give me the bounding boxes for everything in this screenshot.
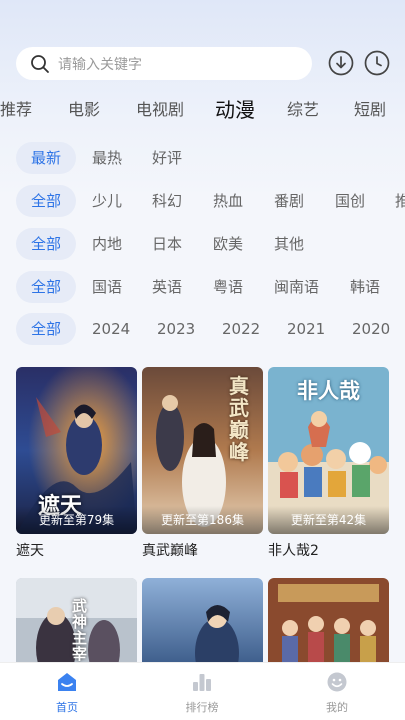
media-card[interactable] <box>142 578 263 668</box>
tab-variety[interactable]: 综艺 <box>287 96 319 124</box>
filter-genre-more[interactable]: 推 <box>395 185 405 217</box>
tab-tv-series[interactable]: 电视剧 <box>136 96 184 124</box>
filter-genre-row: 全部 少儿 科幻 热血 番剧 国创 推 <box>0 185 405 217</box>
filter-sort-latest[interactable]: 最新 <box>16 142 76 174</box>
tab-anime[interactable]: 动漫 <box>215 96 255 124</box>
filter-sort-rating[interactable]: 好评 <box>152 142 182 174</box>
filter-region-row: 全部 内地 日本 欧美 其他 <box>0 228 405 260</box>
filter-region-other[interactable]: 其他 <box>274 228 304 260</box>
nav-ranking-label: 排行榜 <box>185 701 219 714</box>
filter-genre-all[interactable]: 全部 <box>16 185 76 217</box>
poster-title-art: 非人哉 <box>297 379 360 403</box>
filter-genre-kids[interactable]: 少儿 <box>92 185 122 217</box>
home-icon <box>58 673 76 691</box>
media-card[interactable]: 非人哉 更新至第42集 非人哉2 <box>268 367 389 560</box>
filter-region-japan[interactable]: 日本 <box>152 228 182 260</box>
media-card[interactable]: 武神主宰 <box>16 578 137 668</box>
filter-language-row: 全部 国语 英语 粤语 闽南语 韩语 <box>0 271 405 303</box>
episode-badge: 更新至第42集 <box>268 506 389 534</box>
category-tabs: 推荐 电影 电视剧 动漫 综艺 短剧 <box>0 96 405 126</box>
filter-year-row: 全部 2024 2023 2022 2021 2020 <box>0 313 405 345</box>
nav-home[interactable]: 首页 <box>32 671 102 715</box>
filter-year-2020[interactable]: 2020 <box>352 313 390 345</box>
poster-image <box>142 578 263 668</box>
filter-lang-korean[interactable]: 韩语 <box>350 271 380 303</box>
media-title: 非人哉2 <box>268 543 319 559</box>
filter-lang-minnan[interactable]: 闽南语 <box>274 271 319 303</box>
episode-badge: 更新至第79集 <box>16 506 137 534</box>
profile-icon <box>327 672 347 692</box>
filter-genre-bangumi[interactable]: 番剧 <box>274 185 304 217</box>
filter-lang-all[interactable]: 全部 <box>16 271 76 303</box>
filter-lang-english[interactable]: 英语 <box>152 271 182 303</box>
nav-profile-label: 我的 <box>326 701 348 714</box>
filter-year-2023[interactable]: 2023 <box>157 313 195 345</box>
filter-lang-mandarin[interactable]: 国语 <box>92 271 122 303</box>
filter-year-2024[interactable]: 2024 <box>92 313 130 345</box>
nav-ranking[interactable]: 排行榜 <box>167 671 237 715</box>
poster-title-art: 武神主宰 <box>72 597 88 663</box>
poster-image <box>268 578 389 668</box>
search-row: 请输入关键字 <box>16 47 393 80</box>
filter-lang-cantonese[interactable]: 粤语 <box>213 271 243 303</box>
media-title: 真武巅峰 <box>142 543 198 559</box>
search-input[interactable]: 请输入关键字 <box>16 47 312 80</box>
filter-sort-hot[interactable]: 最热 <box>92 142 122 174</box>
media-card[interactable] <box>268 578 389 668</box>
filter-year-2022[interactable]: 2022 <box>222 313 260 345</box>
tab-short-drama[interactable]: 短剧 <box>354 96 386 124</box>
search-placeholder: 请输入关键字 <box>58 56 142 73</box>
media-title: 遮天 <box>16 543 44 559</box>
filter-region-west[interactable]: 欧美 <box>213 228 243 260</box>
filter-region-all[interactable]: 全部 <box>16 228 76 260</box>
history-clock-icon[interactable] <box>364 50 390 76</box>
media-card[interactable]: 真武巅峰 更新至第186集 真武巅峰 <box>142 367 263 560</box>
filter-sort-row: 最新 最热 好评 <box>0 142 405 174</box>
filter-region-mainland[interactable]: 内地 <box>92 228 122 260</box>
filter-year-2021[interactable]: 2021 <box>287 313 325 345</box>
nav-profile[interactable]: 我的 <box>302 671 372 715</box>
poster-title-art: 真武巅峰 <box>229 374 249 464</box>
ranking-icon <box>193 674 211 691</box>
media-card[interactable]: 遮天 更新至第79集 遮天 <box>16 367 137 560</box>
search-icon <box>31 54 49 73</box>
bottom-navigation: 首页 排行榜 我的 <box>0 662 405 720</box>
filter-genre-domestic[interactable]: 国创 <box>335 185 365 217</box>
poster-image: 武神主宰 <box>16 578 137 668</box>
tab-movies[interactable]: 电影 <box>68 96 100 124</box>
filter-year-all[interactable]: 全部 <box>16 313 76 345</box>
filter-genre-action[interactable]: 热血 <box>213 185 243 217</box>
filter-genre-scifi[interactable]: 科幻 <box>152 185 182 217</box>
download-icon[interactable] <box>328 50 354 76</box>
tab-recommend[interactable]: 推荐 <box>0 96 32 124</box>
nav-home-label: 首页 <box>56 701 78 714</box>
poster-image: 真武巅峰 更新至第186集 <box>142 367 263 534</box>
poster-image: 非人哉 更新至第42集 <box>268 367 389 534</box>
poster-image: 遮天 更新至第79集 <box>16 367 137 534</box>
episode-badge: 更新至第186集 <box>142 506 263 534</box>
